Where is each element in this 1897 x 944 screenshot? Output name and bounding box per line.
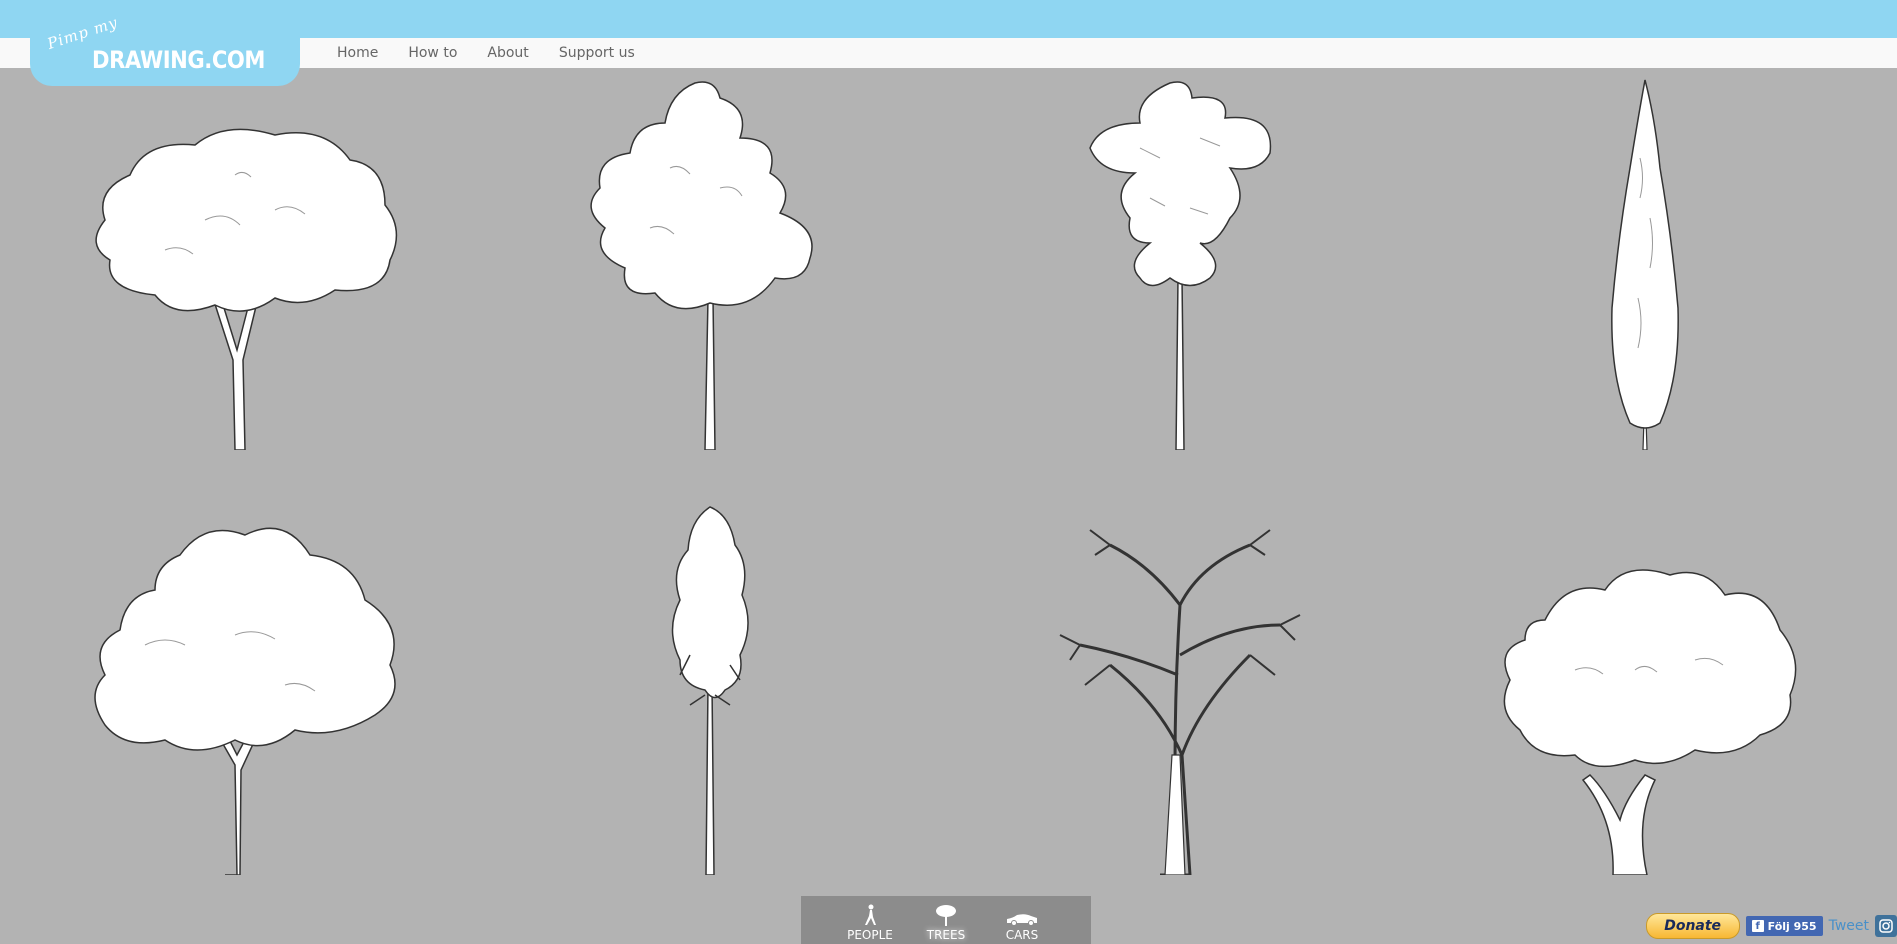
nav-about[interactable]: About [487,45,528,61]
nav-support-us[interactable]: Support us [559,45,635,61]
instagram-icon[interactable] [1875,915,1897,937]
donate-button[interactable]: Donate [1645,913,1740,939]
person-icon [865,904,876,925]
site-logo[interactable]: Pimp my DRAWING.COM [30,0,300,86]
tree-broad-canopy[interactable] [85,120,405,450]
category-cars-label: CARS [1005,928,1039,942]
tree-layered-tall[interactable] [1080,78,1280,450]
facebook-follow-button[interactable]: f Följ 955 [1745,916,1823,936]
tree-icon [936,905,956,926]
category-trees-label: TREES [926,928,966,942]
tweet-link[interactable]: Tweet [1829,918,1869,934]
nav-how-to[interactable]: How to [408,45,457,61]
logo-main: DRAWING.COM [92,46,266,74]
social-bar: Donate f Följ 955 Tweet [1645,913,1897,939]
tree-round-olive[interactable] [1495,560,1805,875]
category-people[interactable]: PEOPLE [835,896,905,944]
car-icon [1007,914,1037,926]
tree-bare-branch[interactable] [1050,505,1320,875]
facebook-icon: f [1751,920,1764,932]
tree-irregular-leafy[interactable] [580,78,840,450]
category-picker: PEOPLE TREES CARS [801,896,1091,944]
category-trees[interactable]: TREES [911,896,981,944]
category-people-label: PEOPLE [847,928,893,942]
category-cars[interactable]: CARS [987,896,1057,944]
tree-slender-pine[interactable] [650,505,770,875]
main-nav: Home How to About Support us [337,38,665,68]
tree-cypress[interactable] [1600,78,1690,450]
nav-home[interactable]: Home [337,45,378,61]
facebook-follow-label: Följ 955 [1767,919,1817,933]
tree-spreading-oak[interactable] [85,515,405,875]
